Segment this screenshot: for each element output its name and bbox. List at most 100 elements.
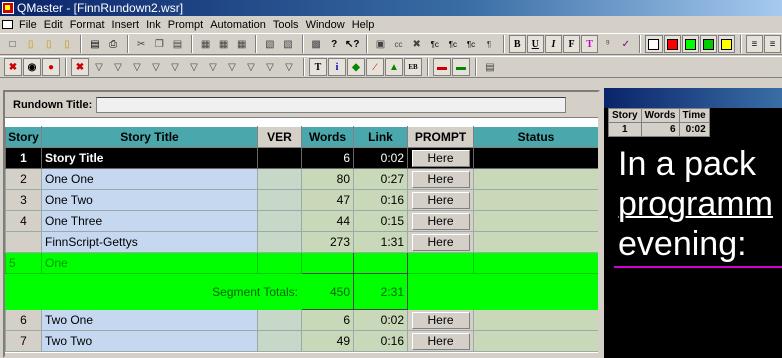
story-nav-4-icon[interactable]: ▽ — [147, 58, 165, 76]
story-nav-11-icon[interactable]: ▽ — [280, 58, 298, 76]
disabled-icon[interactable]: ▤ — [481, 58, 499, 76]
story-title[interactable]: FinnScript-Gettys — [41, 231, 258, 253]
segment-row[interactable]: 5 One — [5, 252, 598, 274]
color-white-icon[interactable] — [645, 35, 663, 53]
record-icon[interactable]: ● — [42, 58, 60, 76]
story-status[interactable] — [473, 330, 598, 352]
help-icon[interactable]: ? — [326, 35, 343, 53]
table-row[interactable]: 4 One Three 44 0:15 Here — [5, 210, 598, 232]
story-status[interactable] — [473, 189, 598, 211]
cancel-cc-icon[interactable]: ✖ — [408, 35, 425, 53]
prompt-here-button[interactable]: Here — [411, 149, 470, 167]
open-folder-icon[interactable]: ▯ — [22, 35, 39, 53]
grid-2-icon[interactable]: ▦ — [215, 35, 232, 53]
story-title[interactable]: Two Two — [41, 330, 258, 352]
menu-ink[interactable]: Ink — [146, 19, 161, 31]
marker-icon[interactable]: ◆ — [347, 58, 365, 76]
story-status[interactable] — [473, 168, 598, 190]
story-ver[interactable] — [257, 189, 302, 211]
rundown-title-input[interactable] — [96, 96, 567, 113]
grid-3-icon[interactable]: ▦ — [233, 35, 250, 53]
table-row[interactable]: 2 One One 80 0:27 Here — [5, 168, 598, 190]
context-help-icon[interactable]: ↖? — [344, 35, 361, 53]
col-story-title[interactable]: Story Title — [41, 126, 258, 148]
cc-icon[interactable]: cc — [390, 35, 407, 53]
grid-icon[interactable]: ▦ — [197, 35, 214, 53]
delete-story-icon[interactable]: ✖ — [71, 58, 89, 76]
segment-title[interactable]: One — [41, 252, 258, 274]
copy-icon[interactable]: ❐ — [151, 35, 168, 53]
col-link[interactable]: Link — [353, 126, 408, 148]
table-row[interactable]: 7 Two Two 49 0:16 Here — [5, 330, 598, 352]
menu-edit[interactable]: Edit — [44, 19, 63, 31]
story-nav-9-icon[interactable]: ▽ — [242, 58, 260, 76]
prompt-here-button[interactable]: Here — [411, 212, 470, 230]
layout-2-icon[interactable]: ▧ — [279, 35, 296, 53]
segment-icon[interactable]: ▬ — [433, 58, 451, 76]
open-folder-3-icon[interactable]: ▯ — [58, 35, 75, 53]
menu-automation[interactable]: Automation — [210, 19, 266, 31]
print-icon[interactable]: ⎙ — [105, 35, 122, 53]
story-nav-6-icon[interactable]: ▽ — [185, 58, 203, 76]
story-title[interactable]: One Three — [41, 210, 258, 232]
prompt-here-button[interactable]: Here — [411, 191, 470, 209]
story-title[interactable]: One Two — [41, 189, 258, 211]
story-ver[interactable] — [257, 330, 302, 352]
find-icon[interactable]: ▣ — [372, 35, 389, 53]
bold-icon[interactable]: B — [508, 35, 526, 53]
pen-icon[interactable]: ∕ — [366, 58, 384, 76]
spellcheck-icon[interactable]: ▩ — [308, 35, 325, 53]
align-center-icon[interactable]: ≡ — [764, 35, 782, 53]
paste-icon[interactable]: ▤ — [169, 35, 186, 53]
prompt-here-button[interactable]: Here — [411, 233, 470, 251]
record-circle-icon[interactable]: ◉ — [23, 58, 41, 76]
remove-icon[interactable]: ✖ — [4, 58, 22, 76]
segment-2-icon[interactable]: ▬ — [452, 58, 470, 76]
story-status[interactable] — [473, 210, 598, 232]
story-status[interactable] — [473, 231, 598, 253]
underline-icon[interactable]: U — [526, 35, 544, 53]
story-ver[interactable] — [257, 309, 302, 331]
story-title[interactable]: Two One — [41, 309, 258, 331]
story-nav-3-icon[interactable]: ▽ — [128, 58, 146, 76]
cut-icon[interactable]: ✂ — [133, 35, 150, 53]
story-ver[interactable] — [257, 147, 302, 169]
story-nav-5-icon[interactable]: ▽ — [166, 58, 184, 76]
align-left-icon[interactable]: ≡ — [745, 35, 764, 53]
col-status[interactable]: Status — [473, 126, 598, 148]
story-status[interactable] — [473, 147, 598, 169]
table-row[interactable]: 6 Two One 6 0:02 Here — [5, 309, 598, 331]
color-green-icon[interactable] — [681, 35, 699, 53]
cue-3-icon[interactable]: ¶c — [462, 35, 479, 53]
col-ver[interactable]: VER — [257, 126, 302, 148]
story-ver[interactable] — [257, 210, 302, 232]
menu-window[interactable]: Window — [306, 19, 345, 31]
col-words[interactable]: Words — [301, 126, 354, 148]
story-status[interactable] — [473, 309, 598, 331]
text-color-icon[interactable]: T — [581, 35, 599, 53]
story-ver[interactable] — [257, 231, 302, 253]
open-folder-2-icon[interactable]: ▯ — [40, 35, 57, 53]
story-title[interactable]: Story Title — [41, 147, 258, 169]
story-ver[interactable] — [257, 168, 302, 190]
menu-prompt[interactable]: Prompt — [168, 19, 203, 31]
cue-icon[interactable]: ¶c — [426, 35, 443, 53]
menu-tools[interactable]: Tools — [273, 19, 299, 31]
story-title[interactable]: One One — [41, 168, 258, 190]
prompt-here-button[interactable]: Here — [411, 170, 470, 188]
menu-file[interactable]: File — [19, 19, 37, 31]
story-nav-7-icon[interactable]: ▽ — [204, 58, 222, 76]
table-row[interactable]: 3 One Two 47 0:16 Here — [5, 189, 598, 211]
menu-help[interactable]: Help — [352, 19, 375, 31]
save-icon[interactable]: ▤ — [86, 35, 103, 53]
italic-icon[interactable]: I — [544, 35, 562, 53]
cue-2-icon[interactable]: ¶c — [444, 35, 461, 53]
spelling-icon[interactable]: ✓ — [617, 35, 634, 53]
story-nav-8-icon[interactable]: ▽ — [223, 58, 241, 76]
horizontal-scrollbar[interactable] — [5, 353, 598, 356]
col-story[interactable]: Story — [5, 126, 42, 148]
cue-4-icon[interactable]: ¶ — [481, 35, 498, 53]
menu-insert[interactable]: Insert — [112, 19, 140, 31]
document-icon[interactable] — [2, 20, 13, 29]
story-nav-10-icon[interactable]: ▽ — [261, 58, 279, 76]
